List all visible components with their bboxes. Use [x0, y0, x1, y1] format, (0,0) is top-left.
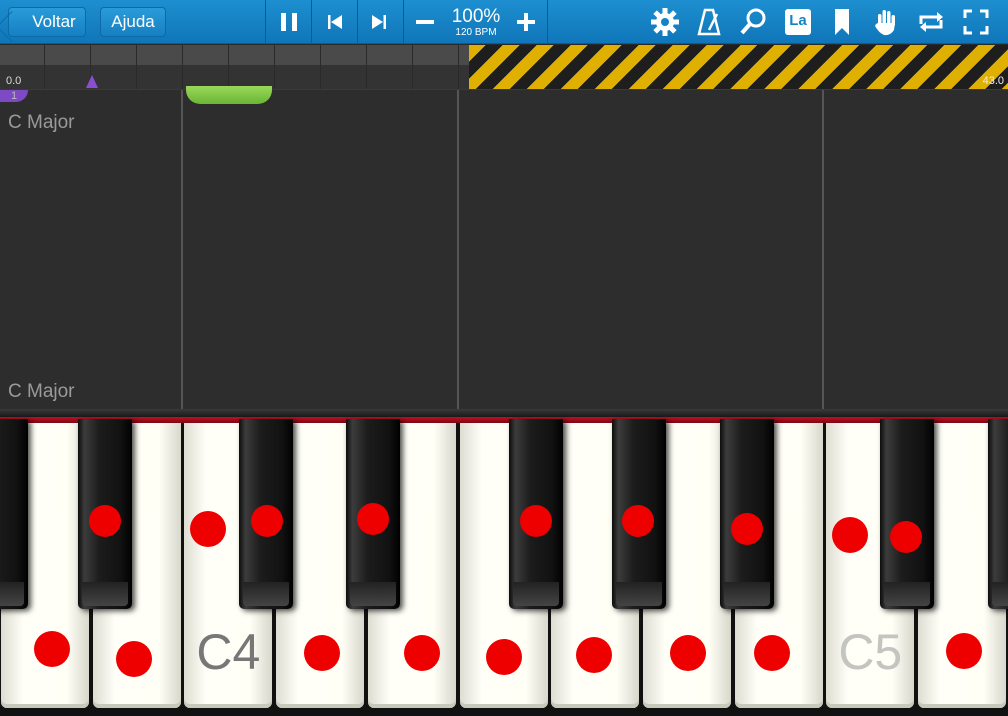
toolbar: Voltar Ajuda 100% 120 BPM La	[0, 0, 1008, 44]
measure-number: 1	[11, 90, 18, 102]
bar-line	[457, 90, 459, 410]
timeline-tick	[320, 45, 321, 89]
piano-keyboard[interactable]: C4 C5	[0, 419, 1008, 716]
timeline-tick	[228, 45, 229, 89]
note-names-button[interactable]: La	[782, 6, 814, 38]
key-signature-label: C Major	[8, 112, 75, 133]
key-signature-label: C Major	[8, 381, 75, 402]
toolbar-divider	[547, 0, 548, 44]
pause-icon	[281, 13, 297, 31]
black-key[interactable]	[720, 419, 774, 609]
black-key[interactable]	[0, 419, 28, 609]
finger-marker	[486, 639, 522, 675]
help-button[interactable]: Ajuda	[100, 7, 166, 37]
bookmark-button[interactable]	[826, 6, 858, 38]
metronome-button[interactable]	[693, 6, 725, 38]
black-key[interactable]	[346, 419, 400, 609]
minus-icon	[416, 20, 434, 24]
speed-bpm: 120 BPM	[455, 27, 497, 38]
black-key[interactable]	[509, 419, 563, 609]
finger-marker	[190, 511, 226, 547]
black-key[interactable]	[239, 419, 293, 609]
back-arrow-icon	[0, 11, 28, 43]
finger-marker	[832, 517, 868, 553]
toolbar-divider	[311, 0, 312, 44]
timeline-scrubber[interactable]: 0.0 43.0	[0, 45, 1008, 89]
finger-marker	[946, 633, 982, 669]
speed-increase-button[interactable]	[510, 6, 542, 38]
timeline-tick	[182, 45, 183, 89]
toolbar-divider	[357, 0, 358, 44]
back-button-label: Voltar	[32, 12, 76, 31]
timeline-end-time: 43.0	[982, 75, 1004, 87]
key-label: C5	[838, 624, 903, 680]
bookmark-icon	[835, 9, 849, 35]
skip-back-button[interactable]	[319, 6, 351, 38]
bar-line	[822, 90, 824, 410]
note-names-label: La	[789, 12, 807, 29]
hand-button[interactable]	[870, 6, 902, 38]
finger-marker	[357, 503, 389, 535]
unavailable-section	[469, 45, 1008, 89]
finger-marker	[304, 635, 340, 671]
fullscreen-button[interactable]	[960, 6, 992, 38]
timeline-tick	[44, 45, 45, 89]
finger-marker	[754, 635, 790, 671]
skip-back-icon	[328, 15, 342, 29]
skip-forward-icon	[372, 15, 386, 29]
black-key[interactable]	[78, 419, 132, 609]
toolbar-divider	[403, 0, 404, 44]
timeline-start-time: 0.0	[6, 75, 22, 87]
finger-marker	[670, 635, 706, 671]
finger-marker	[520, 505, 552, 537]
finger-marker	[116, 641, 152, 677]
plus-icon	[517, 13, 535, 31]
settings-button[interactable]	[649, 6, 681, 38]
finger-marker	[731, 513, 763, 545]
timeline-tick	[274, 45, 275, 89]
finger-marker	[622, 505, 654, 537]
toolbar-divider	[265, 0, 266, 44]
loop-icon	[919, 12, 943, 32]
finger-marker	[89, 505, 121, 537]
gear-icon	[651, 8, 679, 36]
key-label: C4	[196, 624, 261, 680]
keyboard-divider	[0, 409, 1008, 417]
playback-position-marker[interactable]	[86, 75, 98, 88]
timeline-tick	[366, 45, 367, 89]
back-button[interactable]: Voltar	[0, 7, 86, 43]
speed-decrease-button[interactable]	[409, 6, 441, 38]
metronome-icon	[697, 8, 721, 36]
speed-percent: 100%	[451, 6, 501, 27]
black-key[interactable]	[880, 419, 934, 609]
finger-marker	[251, 505, 283, 537]
bar-line	[181, 90, 183, 410]
zoom-button[interactable]	[737, 6, 769, 38]
finger-marker	[890, 521, 922, 553]
falling-notes-area: 1 C Major C Major	[0, 86, 1008, 410]
finger-marker	[34, 631, 70, 667]
note-bar	[186, 86, 272, 104]
timeline-tick	[458, 45, 459, 89]
black-key[interactable]	[612, 419, 666, 609]
black-key[interactable]	[988, 419, 1008, 609]
skip-forward-button[interactable]	[363, 6, 395, 38]
timeline-tick	[412, 45, 413, 89]
hand-icon	[875, 10, 895, 36]
fullscreen-icon	[963, 9, 989, 35]
timeline-tick	[136, 45, 137, 89]
loop-button[interactable]	[915, 6, 947, 38]
zoom-icon	[740, 8, 766, 35]
finger-marker	[404, 635, 440, 671]
pause-button[interactable]	[273, 6, 305, 38]
finger-marker	[576, 637, 612, 673]
